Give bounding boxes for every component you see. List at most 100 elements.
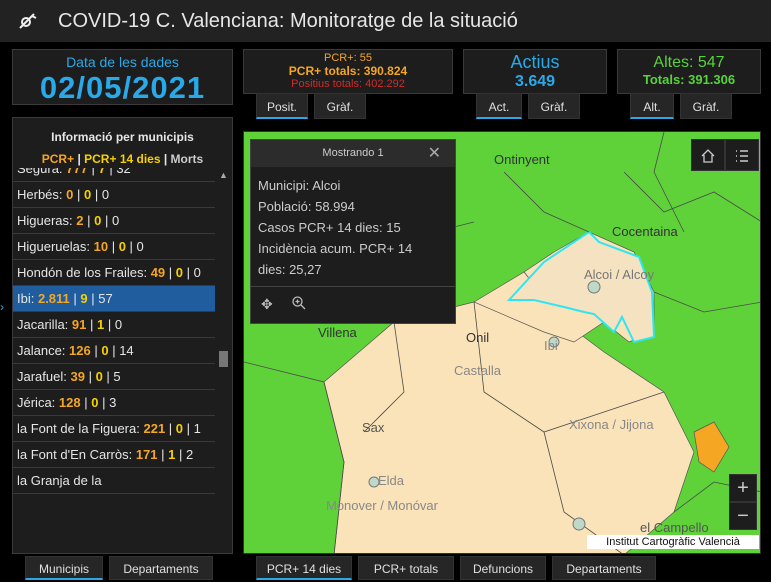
tab-pcr14[interactable]: PCR+ 14 dies <box>256 556 352 580</box>
municipi-name: Higueras: <box>17 213 73 228</box>
tab-departaments-map[interactable]: Departaments <box>552 556 656 580</box>
list-item[interactable]: Jalance: 126 | 0 | 14 <box>13 338 215 364</box>
pcr14-value: 0 <box>175 421 184 436</box>
virus-logo-icon <box>18 12 38 30</box>
zoom-to-icon[interactable] <box>291 295 307 314</box>
zoom-in-button[interactable]: + <box>729 474 757 502</box>
list-icon <box>736 150 748 162</box>
pcr-value: 91 <box>71 317 87 332</box>
date-value: 02/05/2021 <box>39 70 206 105</box>
actius-label: Actius <box>510 52 560 72</box>
popup-body: Municipi: Alcoi Població: 58.994 Casos P… <box>251 167 455 288</box>
map-label-ibi: Ibi <box>544 338 558 353</box>
morts-value: 2 <box>185 447 194 462</box>
tab-act[interactable]: Act. <box>476 93 522 119</box>
altes-panel: Altes: 547 Totals: 391.306 <box>617 49 761 94</box>
scroll-up-icon[interactable]: ▲ <box>219 170 228 180</box>
map-popup: Mostrando 1 ✕ Municipi: Alcoi Població: … <box>250 139 456 324</box>
altes-label: Altes: 547 <box>653 54 725 71</box>
list-scrollbar[interactable]: ▲ <box>216 168 231 553</box>
pcr-value: 128 <box>58 395 81 410</box>
zoom-out-button[interactable]: − <box>729 502 757 530</box>
list-item[interactable]: Hondón de los Frailes: 49 | 0 | 0 <box>13 260 215 286</box>
municipi-legend: PCR+ | PCR+ 14 dies | Morts <box>41 152 204 166</box>
municipi-panel: Informació per municipis PCR+ | PCR+ 14 … <box>12 117 233 554</box>
map-label-sax: Sax <box>362 420 385 435</box>
popup-header: Mostrando 1 ✕ <box>251 140 455 167</box>
map-label-alcoi: Alcoi / Alcoy <box>584 267 655 282</box>
morts-value: 32 <box>116 168 131 176</box>
popup-line: Municipi: Alcoi <box>258 178 341 193</box>
list-item[interactable]: la Font d'En Carròs: 171 | 1 | 2 <box>13 442 215 468</box>
collapse-arrow-icon[interactable]: › <box>0 300 4 314</box>
pcr-panel: PCR+: 55 PCR+ totals: 390.824 Positius t… <box>243 49 453 94</box>
tab-alt[interactable]: Alt. <box>630 93 674 119</box>
legend-button[interactable] <box>725 139 759 171</box>
move-icon[interactable]: ✥ <box>261 296 273 313</box>
tab-municipis[interactable]: Municipis <box>25 556 103 580</box>
pcr-value: 0 <box>66 187 74 202</box>
actius-value: 3.649 <box>514 73 556 90</box>
pcr-value: 777 <box>66 168 88 176</box>
morts-value: 0 <box>136 239 144 254</box>
morts-value: 0 <box>114 317 123 332</box>
tab-posit[interactable]: Posit. <box>256 93 308 119</box>
map-label-xixona: Xixona / Jijona <box>569 417 654 432</box>
tab-defuncions[interactable]: Defuncions <box>460 556 546 580</box>
morts-value: 14 <box>119 343 134 358</box>
app-header: COVID-19 C. Valenciana: Monitoratge de l… <box>0 0 771 42</box>
municipi-name: Herbés: <box>17 187 63 202</box>
morts-value: 0 <box>111 213 120 228</box>
popup-toolbar: ✥ <box>251 286 455 324</box>
bottom-map-tabs: PCR+ 14 dies PCR+ totals Defuncions Depa… <box>256 556 662 580</box>
morts-value: 3 <box>109 395 117 410</box>
map-label-onil: Onil <box>466 330 489 345</box>
municipi-name: Segura: <box>17 168 63 176</box>
date-label: Data de les dades <box>66 54 179 70</box>
municipi-name: Jarafuel: <box>17 369 67 384</box>
pcr14-value: 0 <box>118 239 126 254</box>
date-panel: Data de les dades 02/05/2021 <box>12 49 233 105</box>
tab-pcr-graf[interactable]: Gràf. <box>314 93 366 119</box>
list-item[interactable]: Ibi: 2.811 | 9 | 57 <box>13 286 215 312</box>
tab-pcr-totals[interactable]: PCR+ totals <box>358 556 454 580</box>
map-label-elda: Elda <box>378 473 405 488</box>
municipi-name: Hondón de los Frailes: <box>17 265 148 280</box>
bottom-left-tabs: Municipis Departaments <box>25 556 219 580</box>
list-item[interactable]: la Granja de la <box>13 468 215 494</box>
pcr-value: 221 <box>143 421 166 436</box>
list-item[interactable]: Segura: 777 | 7 | 32 <box>13 168 215 182</box>
pcr14-value: 7 <box>98 168 106 176</box>
home-button[interactable] <box>691 139 725 171</box>
popup-title: Mostrando 1 <box>322 147 384 159</box>
pcr14-value: 0 <box>95 369 103 384</box>
pcr14-value: 1 <box>168 447 176 462</box>
list-item[interactable]: Herbés: 0 | 0 | 0 <box>13 182 215 208</box>
list-item[interactable]: Higueruelas: 10 | 0 | 0 <box>13 234 215 260</box>
tab-alt-graf[interactable]: Gràf. <box>680 93 732 119</box>
list-item[interactable]: Higueras: 2 | 0 | 0 <box>13 208 215 234</box>
municipi-name: la Font de la Figuera: <box>17 421 140 436</box>
morts-value: 0 <box>101 187 110 202</box>
pcr-value: 2 <box>76 213 84 228</box>
list-item[interactable]: Jarafuel: 39 | 0 | 5 <box>13 364 215 390</box>
map-label-monover: Monover / Monóvar <box>326 498 439 513</box>
positius-total: Positius totals: 402.292 <box>291 78 405 90</box>
list-item[interactable]: Jacarilla: 91 | 1 | 0 <box>13 312 215 338</box>
morts-value: 1 <box>193 421 201 436</box>
pcr-value: 10 <box>93 239 109 254</box>
municipi-list[interactable]: Segura: 777 | 7 | 32 Herbés: 0 | 0 | 0 Hig… <box>13 168 215 553</box>
close-icon[interactable]: ✕ <box>428 140 441 167</box>
municipi-name: Higueruelas: <box>17 239 90 254</box>
pcr-value: 49 <box>150 265 166 280</box>
scroll-thumb[interactable] <box>219 351 228 367</box>
municipi-name: Jacarilla: <box>17 317 69 332</box>
list-item[interactable]: Jérica: 128 | 0 | 3 <box>13 390 215 416</box>
pcr14-value: 0 <box>91 395 99 410</box>
home-icon <box>701 149 715 163</box>
tab-act-graf[interactable]: Gràf. <box>528 93 580 119</box>
morts-value: 57 <box>98 291 113 306</box>
tab-departaments-list[interactable]: Departaments <box>109 556 213 580</box>
altes-totals: Totals: 391.306 <box>642 72 736 87</box>
list-item[interactable]: la Font de la Figuera: 221 | 0 | 1 <box>13 416 215 442</box>
